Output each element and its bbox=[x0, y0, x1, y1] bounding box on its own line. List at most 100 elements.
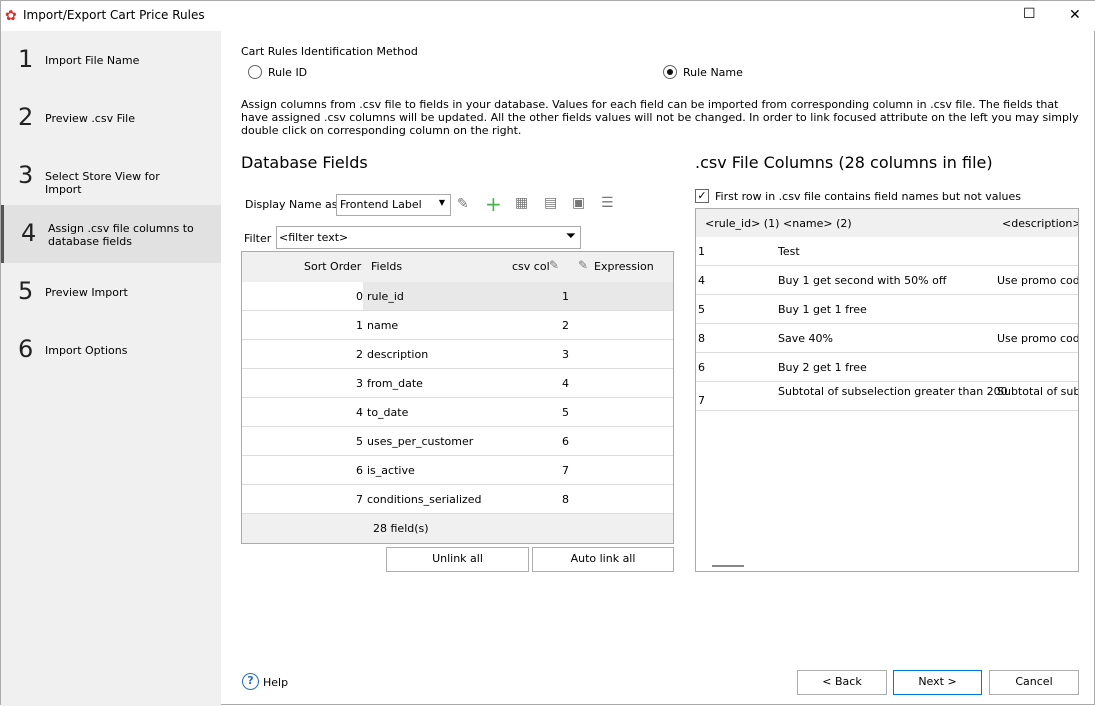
plus-icon[interactable]: + bbox=[485, 192, 502, 216]
csv-columns-title: .csv File Columns (28 columns in file) bbox=[695, 153, 993, 172]
col-header[interactable]: <rule_id> (1) bbox=[705, 217, 779, 230]
step-number: 4 bbox=[21, 219, 37, 247]
csv-cell: Test bbox=[778, 245, 800, 258]
edit-mapping-icon[interactable]: ▤ bbox=[544, 195, 557, 211]
db-fields-grid: Sort Order Fields csv col ✎ ✎ Expression… bbox=[241, 251, 674, 544]
radio-icon[interactable] bbox=[663, 65, 677, 79]
csv-col-cell[interactable]: 2 bbox=[562, 319, 569, 332]
csv-cell: Buy 2 get 1 free bbox=[778, 361, 867, 374]
step-number: 1 bbox=[18, 45, 34, 73]
wizard-step-3[interactable]: 3 Select Store View for Import bbox=[1, 147, 221, 205]
horizontal-scrollbar[interactable] bbox=[712, 565, 744, 567]
table-row[interactable]: 4 to_date 5 bbox=[242, 398, 673, 427]
list-item[interactable]: 5 Buy 1 get 1 free bbox=[696, 295, 1078, 324]
back-button[interactable]: < Back bbox=[797, 670, 887, 695]
table-row[interactable]: 1 name 2 bbox=[242, 311, 673, 340]
list-item[interactable]: 8 Save 40% Use promo code bbox=[696, 324, 1078, 353]
col-header[interactable]: <description> bbox=[1002, 217, 1078, 230]
field-cell: to_date bbox=[367, 406, 409, 419]
step-label: Preview Import bbox=[45, 286, 128, 299]
clear-filter-icon[interactable]: ⏷ bbox=[566, 229, 576, 244]
table-row[interactable]: 5 uses_per_customer 6 bbox=[242, 427, 673, 456]
wizard-step-6[interactable]: 6 Import Options bbox=[1, 321, 221, 379]
display-name-select[interactable]: Frontend Label ▼ bbox=[336, 194, 451, 216]
csv-cell: 1 bbox=[698, 245, 705, 258]
col-sort-order[interactable]: Sort Order bbox=[304, 260, 361, 273]
pencil-icon: ✎ bbox=[549, 258, 560, 272]
step-label: Preview .csv File bbox=[45, 112, 136, 125]
table-row[interactable]: 0 rule_id 1 bbox=[242, 282, 673, 311]
next-button[interactable]: Next > bbox=[893, 670, 982, 695]
db-fields-title: Database Fields bbox=[241, 153, 368, 172]
field-cell: uses_per_customer bbox=[367, 435, 474, 448]
radio-icon[interactable] bbox=[248, 65, 262, 79]
csv-cell: Save 40% bbox=[778, 332, 833, 345]
step-number: 2 bbox=[18, 103, 34, 131]
help-icon[interactable]: ? bbox=[242, 673, 259, 690]
display-name-label: Display Name as bbox=[245, 198, 338, 211]
csv-col-cell[interactable]: 1 bbox=[562, 290, 569, 303]
filter-list-icon[interactable]: ☰ bbox=[601, 195, 614, 211]
radio-label: Rule ID bbox=[268, 66, 308, 79]
table-row[interactable]: 6 is_active 7 bbox=[242, 456, 673, 485]
csv-cell: 5 bbox=[698, 303, 705, 316]
filter-label: Filter bbox=[244, 232, 272, 245]
sort-order-cell: 4 bbox=[356, 406, 363, 419]
filter-input[interactable]: <filter text> ⏷ bbox=[276, 226, 581, 249]
wizard-step-4[interactable]: 4 Assign .csv file columns to database fi… bbox=[1, 205, 221, 263]
table-row[interactable]: 3 from_date 4 bbox=[242, 369, 673, 398]
help-link[interactable]: Help bbox=[263, 676, 288, 689]
step-number: 3 bbox=[18, 161, 34, 189]
wizard-step-2[interactable]: 2 Preview .csv File bbox=[1, 89, 221, 147]
csv-col-cell[interactable]: 3 bbox=[562, 348, 569, 361]
csv-col-cell[interactable]: 4 bbox=[562, 377, 569, 390]
field-cell: from_date bbox=[367, 377, 423, 390]
csv-cell: Use promo code bbox=[997, 274, 1079, 287]
sort-order-cell: 1 bbox=[356, 319, 363, 332]
maximize-button[interactable]: ☐ bbox=[1023, 6, 1036, 22]
cancel-button[interactable]: Cancel bbox=[989, 670, 1079, 695]
pencil-icon[interactable]: ✎ bbox=[457, 196, 469, 212]
csv-col-cell[interactable]: 8 bbox=[562, 493, 569, 506]
close-button[interactable]: ✕ bbox=[1069, 7, 1081, 23]
csv-cell: Subtotal of sub bbox=[997, 385, 1079, 398]
step-number: 5 bbox=[18, 277, 34, 305]
title-bar: ✿ Import/Export Cart Price Rules ☐ ✕ bbox=[1, 1, 1095, 31]
app-logo-icon: ✿ bbox=[5, 8, 17, 24]
csv-cell: Buy 1 get second with 50% off bbox=[778, 274, 947, 287]
table-row[interactable]: 7 conditions_serialized 8 bbox=[242, 485, 673, 514]
ident-title: Cart Rules Identification Method bbox=[241, 45, 418, 58]
step-label: Import File Name bbox=[45, 54, 140, 67]
table-row[interactable]: 2 description 3 bbox=[242, 340, 673, 369]
csv-col-cell[interactable]: 5 bbox=[562, 406, 569, 419]
radio-label: Rule Name bbox=[683, 66, 743, 79]
field-cell: name bbox=[367, 319, 399, 332]
list-item[interactable]: 7 Subtotal of subselection greater than 2… bbox=[696, 382, 1078, 411]
csv-col-cell[interactable]: 7 bbox=[562, 464, 569, 477]
list-item[interactable]: 1 Test bbox=[696, 237, 1078, 266]
instructions: Assign columns from .csv file to fields … bbox=[241, 98, 1079, 137]
col-fields[interactable]: Fields bbox=[371, 260, 402, 273]
col-csv[interactable]: csv col bbox=[512, 260, 550, 273]
csv-preview-grid: <rule_id> (1) <name> (2) <description> 1… bbox=[695, 208, 1079, 572]
col-header[interactable]: <name> (2) bbox=[783, 217, 852, 230]
window-title: Import/Export Cart Price Rules bbox=[23, 8, 205, 22]
col-expression[interactable]: Expression bbox=[594, 260, 654, 273]
step-number: 6 bbox=[18, 335, 34, 363]
list-item[interactable]: 6 Buy 2 get 1 free bbox=[696, 353, 1078, 382]
auto-link-all-button[interactable]: Auto link all bbox=[532, 547, 674, 572]
unlink-all-button[interactable]: Unlink all bbox=[386, 547, 529, 572]
sort-order-cell: 3 bbox=[356, 377, 363, 390]
step-label: Assign .csv file columns to database fie… bbox=[48, 222, 194, 248]
csv-cell: 4 bbox=[698, 274, 705, 287]
csv-cell: 6 bbox=[698, 361, 705, 374]
preview-mapping-icon[interactable]: ▣ bbox=[572, 195, 585, 211]
wizard-step-5[interactable]: 5 Preview Import bbox=[1, 263, 221, 321]
csv-col-cell[interactable]: 6 bbox=[562, 435, 569, 448]
sort-order-cell: 7 bbox=[356, 493, 363, 506]
csv-cell: Use promo code bbox=[997, 332, 1079, 345]
list-item[interactable]: 4 Buy 1 get second with 50% off Use promo … bbox=[696, 266, 1078, 295]
checkbox-checked-icon[interactable]: ✓ bbox=[695, 189, 709, 203]
wizard-step-1[interactable]: 1 Import File Name bbox=[1, 31, 221, 89]
link-fields-icon[interactable]: ▦ bbox=[515, 195, 528, 211]
